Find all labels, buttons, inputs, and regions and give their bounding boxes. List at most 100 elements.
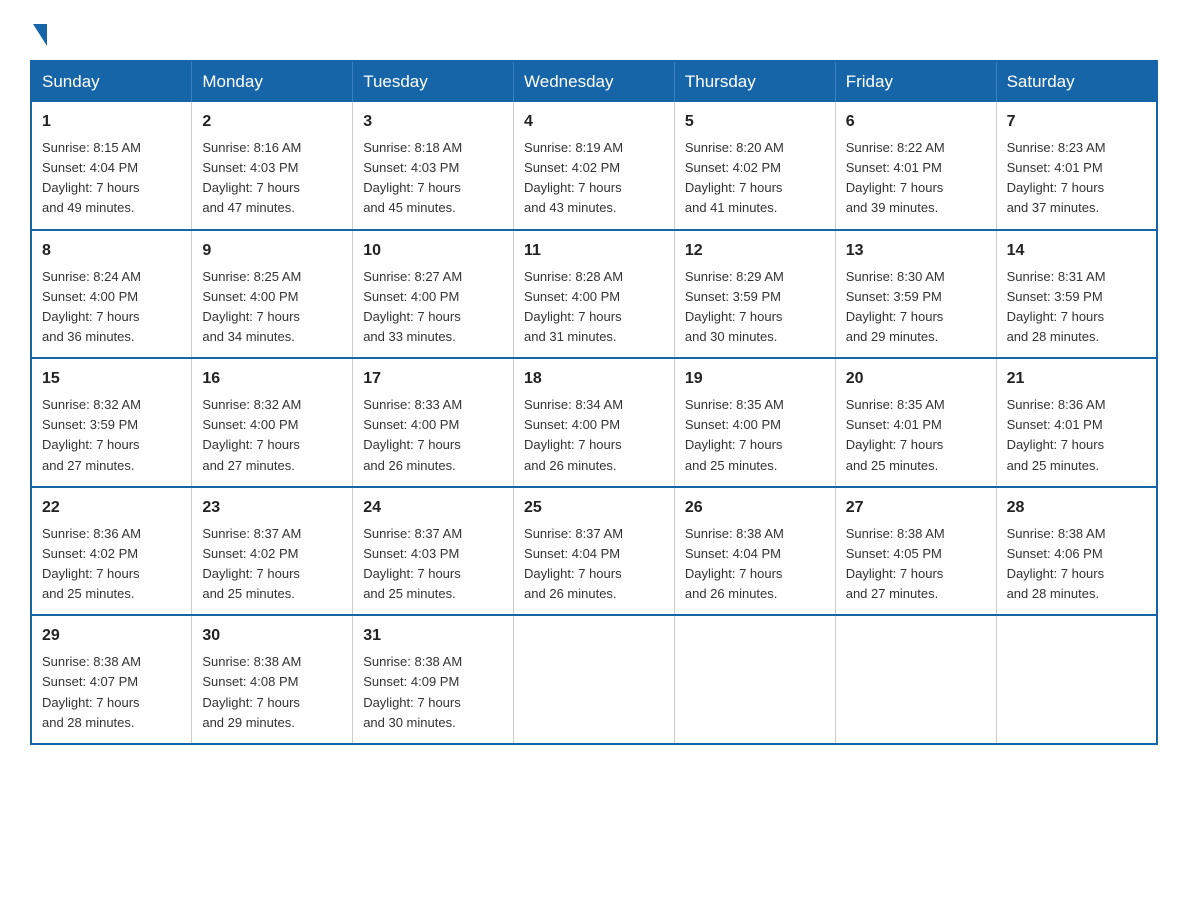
day-number: 29 — [42, 624, 181, 648]
day-number: 10 — [363, 239, 503, 263]
day-number: 6 — [846, 110, 986, 134]
day-number: 28 — [1007, 496, 1146, 520]
calendar-cell: 29 Sunrise: 8:38 AM Sunset: 4:07 PM Dayli… — [31, 615, 192, 744]
day-number: 24 — [363, 496, 503, 520]
calendar-cell: 2 Sunrise: 8:16 AM Sunset: 4:03 PM Daylig… — [192, 102, 353, 230]
day-info: Sunrise: 8:36 AM Sunset: 4:02 PM Dayligh… — [42, 524, 181, 605]
calendar-cell: 14 Sunrise: 8:31 AM Sunset: 3:59 PM Dayli… — [996, 230, 1157, 359]
day-info: Sunrise: 8:20 AM Sunset: 4:02 PM Dayligh… — [685, 138, 825, 219]
weekday-header-thursday: Thursday — [674, 61, 835, 102]
calendar-cell: 8 Sunrise: 8:24 AM Sunset: 4:00 PM Daylig… — [31, 230, 192, 359]
day-info: Sunrise: 8:15 AM Sunset: 4:04 PM Dayligh… — [42, 138, 181, 219]
day-info: Sunrise: 8:30 AM Sunset: 3:59 PM Dayligh… — [846, 267, 986, 348]
calendar-cell: 24 Sunrise: 8:37 AM Sunset: 4:03 PM Dayli… — [353, 487, 514, 616]
day-info: Sunrise: 8:29 AM Sunset: 3:59 PM Dayligh… — [685, 267, 825, 348]
calendar-cell: 21Sunrise: 8:36 AM Sunset: 4:01 PM Dayli… — [996, 358, 1157, 487]
day-number: 25 — [524, 496, 664, 520]
calendar-cell — [514, 615, 675, 744]
day-number: 22 — [42, 496, 181, 520]
calendar-cell: 26Sunrise: 8:38 AM Sunset: 4:04 PM Dayli… — [674, 487, 835, 616]
day-number: 9 — [202, 239, 342, 263]
day-info: Sunrise: 8:19 AM Sunset: 4:02 PM Dayligh… — [524, 138, 664, 219]
week-row-3: 15 Sunrise: 8:32 AM Sunset: 3:59 PM Dayli… — [31, 358, 1157, 487]
calendar-cell: 28 Sunrise: 8:38 AM Sunset: 4:06 PM Dayli… — [996, 487, 1157, 616]
calendar-cell — [996, 615, 1157, 744]
day-info: Sunrise: 8:35 AM Sunset: 4:01 PM Dayligh… — [846, 395, 986, 476]
day-number: 30 — [202, 624, 342, 648]
calendar-cell: 22 Sunrise: 8:36 AM Sunset: 4:02 PM Dayli… — [31, 487, 192, 616]
day-info: Sunrise: 8:23 AM Sunset: 4:01 PM Dayligh… — [1007, 138, 1146, 219]
day-info: Sunrise: 8:25 AM Sunset: 4:00 PM Dayligh… — [202, 267, 342, 348]
day-info: Sunrise: 8:32 AM Sunset: 4:00 PM Dayligh… — [202, 395, 342, 476]
day-info: Sunrise: 8:28 AM Sunset: 4:00 PM Dayligh… — [524, 267, 664, 348]
day-info: Sunrise: 8:37 AM Sunset: 4:03 PM Dayligh… — [363, 524, 503, 605]
calendar-cell: 13 Sunrise: 8:30 AM Sunset: 3:59 PM Dayli… — [835, 230, 996, 359]
calendar-cell — [835, 615, 996, 744]
day-info: Sunrise: 8:34 AM Sunset: 4:00 PM Dayligh… — [524, 395, 664, 476]
calendar-cell — [674, 615, 835, 744]
weekday-header-row: SundayMondayTuesdayWednesdayThursdayFrid… — [31, 61, 1157, 102]
day-number: 31 — [363, 624, 503, 648]
day-info: Sunrise: 8:24 AM Sunset: 4:00 PM Dayligh… — [42, 267, 181, 348]
day-number: 16 — [202, 367, 342, 391]
day-info: Sunrise: 8:16 AM Sunset: 4:03 PM Dayligh… — [202, 138, 342, 219]
weekday-header-sunday: Sunday — [31, 61, 192, 102]
day-number: 5 — [685, 110, 825, 134]
day-number: 20 — [846, 367, 986, 391]
calendar-cell: 10 Sunrise: 8:27 AM Sunset: 4:00 PM Dayli… — [353, 230, 514, 359]
weekday-header-friday: Friday — [835, 61, 996, 102]
weekday-header-monday: Monday — [192, 61, 353, 102]
day-info: Sunrise: 8:27 AM Sunset: 4:00 PM Dayligh… — [363, 267, 503, 348]
calendar-cell: 4 Sunrise: 8:19 AM Sunset: 4:02 PM Daylig… — [514, 102, 675, 230]
day-number: 8 — [42, 239, 181, 263]
day-number: 2 — [202, 110, 342, 134]
day-info: Sunrise: 8:38 AM Sunset: 4:08 PM Dayligh… — [202, 652, 342, 733]
calendar-cell: 18 Sunrise: 8:34 AM Sunset: 4:00 PM Dayli… — [514, 358, 675, 487]
logo — [30, 20, 49, 40]
calendar-cell: 31 Sunrise: 8:38 AM Sunset: 4:09 PM Dayli… — [353, 615, 514, 744]
day-number: 15 — [42, 367, 181, 391]
day-number: 21 — [1007, 367, 1146, 391]
calendar-cell: 6Sunrise: 8:22 AM Sunset: 4:01 PM Daylig… — [835, 102, 996, 230]
calendar-cell: 23 Sunrise: 8:37 AM Sunset: 4:02 PM Dayli… — [192, 487, 353, 616]
day-number: 23 — [202, 496, 342, 520]
day-number: 11 — [524, 239, 664, 263]
weekday-header-saturday: Saturday — [996, 61, 1157, 102]
calendar-cell: 27 Sunrise: 8:38 AM Sunset: 4:05 PM Dayli… — [835, 487, 996, 616]
day-number: 27 — [846, 496, 986, 520]
calendar-cell: 19 Sunrise: 8:35 AM Sunset: 4:00 PM Dayli… — [674, 358, 835, 487]
calendar-cell: 11 Sunrise: 8:28 AM Sunset: 4:00 PM Dayli… — [514, 230, 675, 359]
calendar-cell: 25 Sunrise: 8:37 AM Sunset: 4:04 PM Dayli… — [514, 487, 675, 616]
day-info: Sunrise: 8:38 AM Sunset: 4:09 PM Dayligh… — [363, 652, 503, 733]
day-info: Sunrise: 8:37 AM Sunset: 4:02 PM Dayligh… — [202, 524, 342, 605]
header — [30, 20, 1158, 40]
calendar-cell: 15 Sunrise: 8:32 AM Sunset: 3:59 PM Dayli… — [31, 358, 192, 487]
day-info: Sunrise: 8:35 AM Sunset: 4:00 PM Dayligh… — [685, 395, 825, 476]
calendar-cell: 12 Sunrise: 8:29 AM Sunset: 3:59 PM Dayli… — [674, 230, 835, 359]
day-number: 19 — [685, 367, 825, 391]
day-info: Sunrise: 8:38 AM Sunset: 4:07 PM Dayligh… — [42, 652, 181, 733]
weekday-header-wednesday: Wednesday — [514, 61, 675, 102]
day-info: Sunrise: 8:33 AM Sunset: 4:00 PM Dayligh… — [363, 395, 503, 476]
calendar-body: 1Sunrise: 8:15 AM Sunset: 4:04 PM Daylig… — [31, 102, 1157, 744]
day-number: 17 — [363, 367, 503, 391]
day-number: 13 — [846, 239, 986, 263]
day-info: Sunrise: 8:37 AM Sunset: 4:04 PM Dayligh… — [524, 524, 664, 605]
day-number: 4 — [524, 110, 664, 134]
day-number: 18 — [524, 367, 664, 391]
day-info: Sunrise: 8:38 AM Sunset: 4:05 PM Dayligh… — [846, 524, 986, 605]
calendar-cell: 17 Sunrise: 8:33 AM Sunset: 4:00 PM Dayli… — [353, 358, 514, 487]
day-number: 12 — [685, 239, 825, 263]
calendar-cell: 3Sunrise: 8:18 AM Sunset: 4:03 PM Daylig… — [353, 102, 514, 230]
calendar-cell: 9 Sunrise: 8:25 AM Sunset: 4:00 PM Daylig… — [192, 230, 353, 359]
week-row-1: 1Sunrise: 8:15 AM Sunset: 4:04 PM Daylig… — [31, 102, 1157, 230]
calendar-cell: 30 Sunrise: 8:38 AM Sunset: 4:08 PM Dayli… — [192, 615, 353, 744]
day-info: Sunrise: 8:31 AM Sunset: 3:59 PM Dayligh… — [1007, 267, 1146, 348]
day-info: Sunrise: 8:38 AM Sunset: 4:06 PM Dayligh… — [1007, 524, 1146, 605]
day-info: Sunrise: 8:32 AM Sunset: 3:59 PM Dayligh… — [42, 395, 181, 476]
week-row-5: 29 Sunrise: 8:38 AM Sunset: 4:07 PM Dayli… — [31, 615, 1157, 744]
day-number: 14 — [1007, 239, 1146, 263]
calendar-cell: 20 Sunrise: 8:35 AM Sunset: 4:01 PM Dayli… — [835, 358, 996, 487]
day-number: 7 — [1007, 110, 1146, 134]
calendar-header: SundayMondayTuesdayWednesdayThursdayFrid… — [31, 61, 1157, 102]
